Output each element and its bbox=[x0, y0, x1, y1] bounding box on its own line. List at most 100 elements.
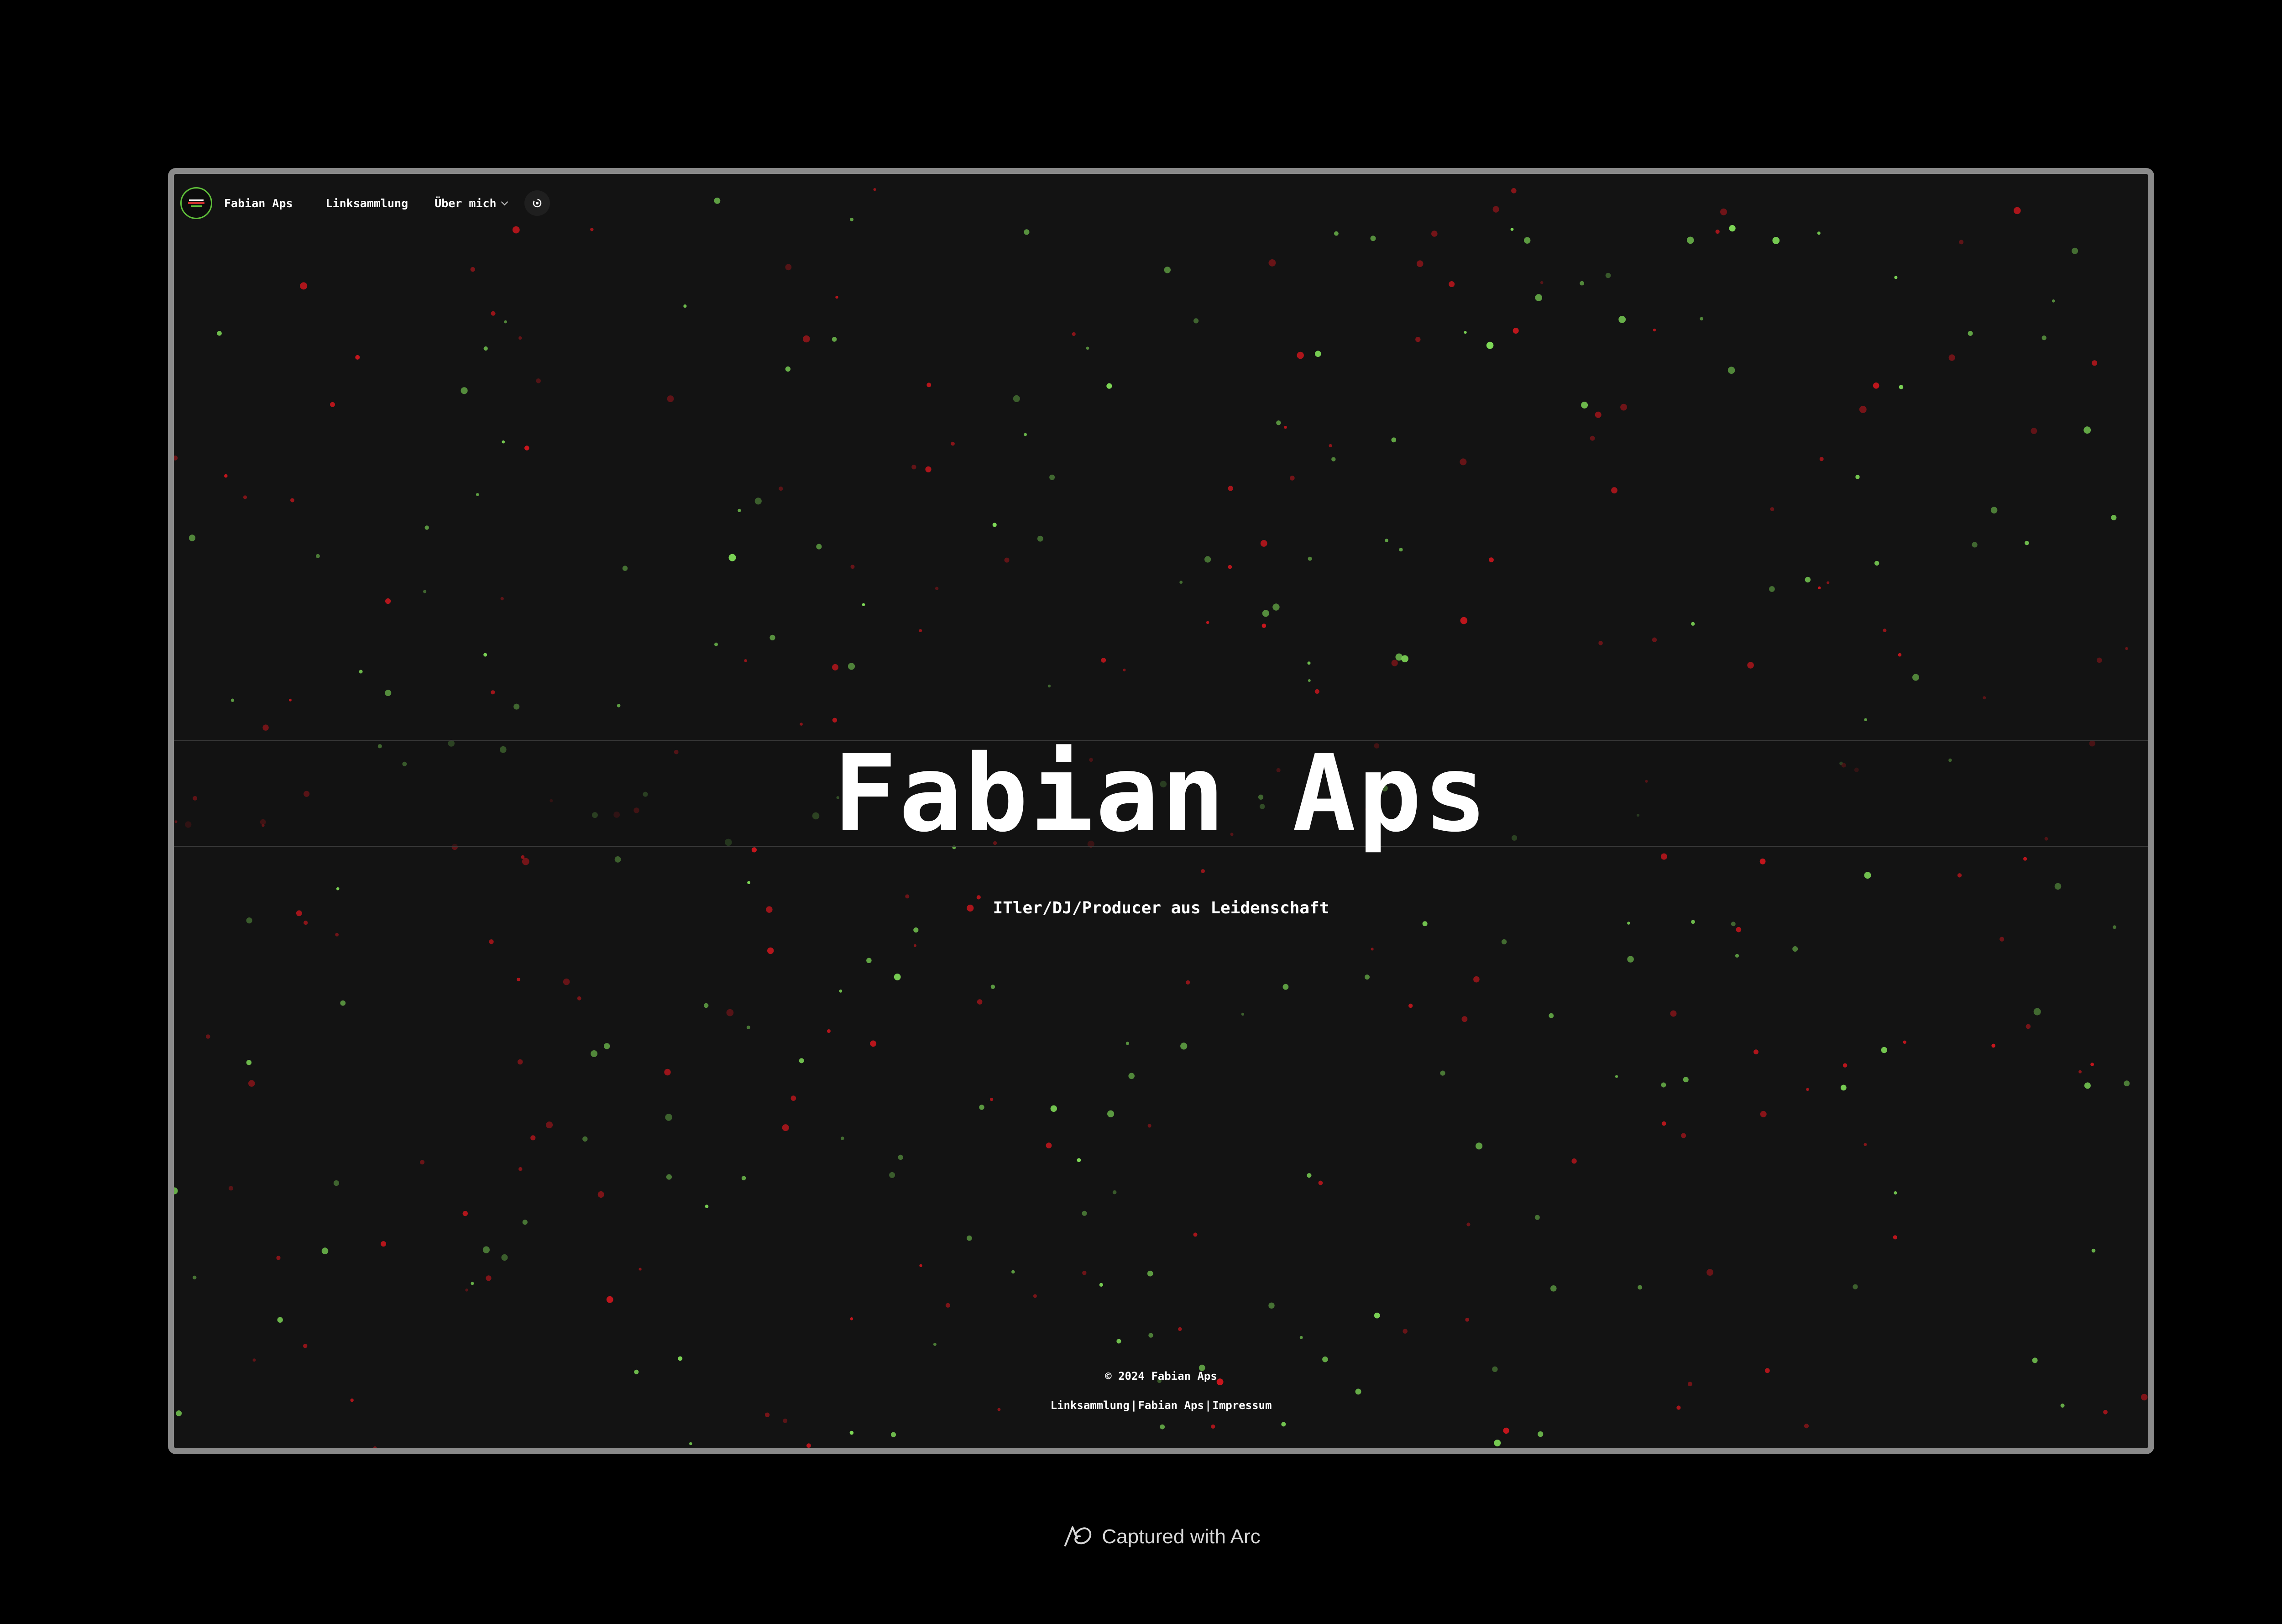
particle-dot bbox=[1595, 411, 1602, 418]
particle-dot bbox=[522, 1220, 528, 1225]
particle-dot bbox=[1853, 1284, 1858, 1289]
footer-link-fabian-aps[interactable]: Fabian Aps bbox=[1138, 1399, 1204, 1412]
particle-dot bbox=[1859, 406, 1867, 413]
particle-dot bbox=[524, 445, 529, 451]
particle-dot bbox=[546, 1121, 553, 1129]
particle-dot bbox=[1999, 937, 2005, 942]
particle-dot bbox=[1792, 946, 1798, 952]
particle-dot bbox=[483, 653, 487, 657]
particle-dot bbox=[2072, 247, 2078, 254]
particle-dot bbox=[1615, 1075, 1618, 1078]
particle-dot bbox=[741, 1176, 746, 1180]
footer-link-impressum[interactable]: Impressum bbox=[1212, 1399, 1272, 1412]
particle-dot bbox=[2090, 1063, 2094, 1066]
arc-logo-icon bbox=[1064, 1526, 1092, 1546]
particle-dot bbox=[591, 1050, 598, 1057]
particle-dot bbox=[665, 1114, 672, 1121]
particle-dot bbox=[800, 723, 803, 726]
particle-dot bbox=[1611, 487, 1617, 494]
particle-dot bbox=[1503, 1427, 1509, 1434]
particle-dot bbox=[471, 1282, 474, 1285]
particle-dot bbox=[174, 1187, 178, 1194]
nav-brand[interactable]: Fabian Aps bbox=[224, 197, 293, 210]
particle-dot bbox=[1883, 629, 1887, 632]
particle-dot bbox=[1241, 1012, 1245, 1016]
particle-dot bbox=[926, 382, 932, 388]
site-logo[interactable] bbox=[180, 187, 212, 219]
particle-dot bbox=[1581, 402, 1588, 409]
particle-dot bbox=[1864, 718, 1867, 721]
nav-dropdown-ueber-mich[interactable]: Über mich bbox=[434, 197, 508, 210]
particle-dot bbox=[1307, 661, 1311, 665]
particle-dot bbox=[1686, 236, 1694, 244]
particle-dot bbox=[1370, 236, 1376, 241]
particle-dot bbox=[1315, 351, 1321, 357]
particle-dot bbox=[1638, 1285, 1643, 1290]
particle-dot bbox=[1082, 1271, 1087, 1275]
capture-label: Captured with Arc bbox=[1102, 1525, 1261, 1548]
particle-dot bbox=[248, 1080, 255, 1087]
footer-link-linksammlung[interactable]: Linksammlung bbox=[1051, 1399, 1130, 1412]
site-footer: © 2024 Fabian Aps Linksammlung|Fabian Ap… bbox=[174, 1370, 2148, 1412]
particle-dot bbox=[246, 1060, 252, 1065]
particle-dot bbox=[832, 337, 837, 342]
particle-dot bbox=[1460, 617, 1468, 624]
particle-dot bbox=[462, 1210, 468, 1216]
particle-dot bbox=[1881, 1047, 1887, 1053]
particle-dot bbox=[1461, 1016, 1468, 1022]
particle-dot bbox=[1660, 853, 1667, 860]
particle-dot bbox=[678, 1356, 683, 1361]
particle-dot bbox=[2111, 515, 2117, 520]
particle-dot bbox=[385, 598, 391, 604]
particle-dot bbox=[990, 985, 995, 989]
particle-dot bbox=[174, 456, 178, 461]
particle-dot bbox=[1228, 565, 1232, 569]
particle-dot bbox=[1179, 581, 1183, 584]
particle-dot bbox=[1590, 435, 1595, 441]
particle-dot bbox=[1968, 330, 1973, 336]
particle-dot bbox=[782, 1124, 789, 1132]
particle-dot bbox=[230, 698, 235, 702]
theme-toggle-icon bbox=[533, 199, 541, 208]
particle-dot bbox=[2097, 657, 2102, 663]
particle-dot bbox=[522, 858, 529, 865]
particle-dot bbox=[1282, 984, 1289, 990]
particle-dot bbox=[913, 927, 919, 933]
particle-dot bbox=[1401, 655, 1408, 663]
nav-link-linksammlung[interactable]: Linksammlung bbox=[326, 197, 408, 210]
particle-dot bbox=[504, 320, 507, 324]
particle-dot bbox=[1753, 1049, 1759, 1054]
particle-dot bbox=[1318, 1180, 1323, 1185]
particle-dot bbox=[1948, 354, 1955, 361]
particle-dot bbox=[783, 1418, 788, 1423]
particle-dot bbox=[889, 1172, 895, 1178]
particle-dot bbox=[1731, 922, 1736, 927]
particle-dot bbox=[1489, 557, 1494, 562]
particle-dot bbox=[1873, 382, 1879, 389]
particle-dot bbox=[728, 554, 736, 561]
particle-dot bbox=[1715, 229, 1720, 234]
particle-dot bbox=[1206, 621, 1209, 624]
particle-dot bbox=[517, 978, 520, 981]
particle-dot bbox=[517, 1059, 523, 1065]
particle-dot bbox=[1598, 641, 1603, 645]
particle-dot bbox=[1449, 281, 1455, 287]
particle-dot bbox=[1894, 1191, 1897, 1195]
particle-dot bbox=[2023, 857, 2027, 861]
particle-dot bbox=[848, 663, 855, 670]
particle-dot bbox=[188, 534, 196, 541]
particle-dot bbox=[1580, 281, 1585, 286]
particle-dot bbox=[1770, 507, 1774, 511]
particle-dot bbox=[704, 1003, 709, 1008]
particle-dot bbox=[1371, 948, 1374, 951]
particle-dot bbox=[1128, 1073, 1135, 1079]
footer-links: Linksammlung|Fabian Aps|Impressum bbox=[174, 1399, 2148, 1412]
particle-dot bbox=[1760, 1111, 1767, 1117]
particle-dot bbox=[1193, 1232, 1198, 1237]
particle-dot bbox=[1112, 1190, 1117, 1194]
particle-dot bbox=[1297, 351, 1304, 359]
theme-toggle-button[interactable] bbox=[524, 190, 550, 216]
particle-dot bbox=[1201, 869, 1205, 873]
particle-dot bbox=[2125, 647, 2128, 650]
particle-dot bbox=[1691, 920, 1695, 924]
